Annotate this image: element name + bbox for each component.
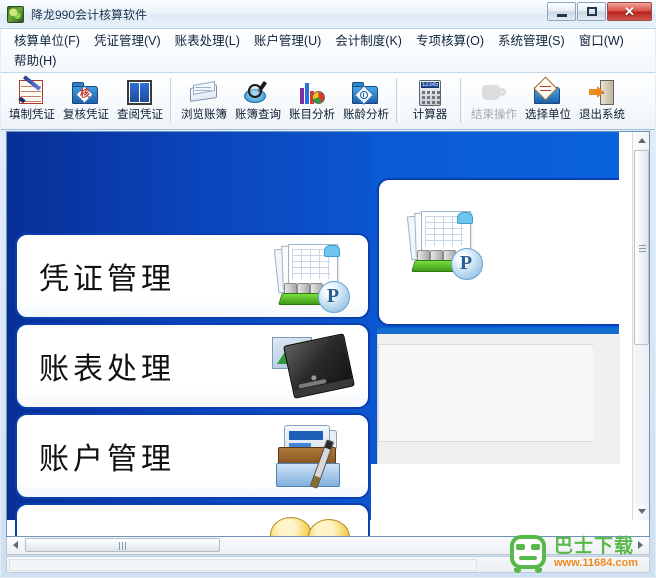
bus-download-logo-icon	[508, 533, 550, 573]
toolbar-button-account-analysis[interactable]: 账目分析	[285, 76, 339, 127]
maximize-button[interactable]	[577, 2, 606, 21]
browse-ledger-icon	[189, 78, 219, 108]
toolbar-label-exit-system: 退出系统	[579, 109, 625, 121]
menu-bar: 核算单位(F) 凭证管理(V) 账表处理(L) 账户管理(U) 会计制度(K) …	[1, 29, 655, 73]
toolbar-button-review-voucher[interactable]: 核 复核凭证	[59, 76, 113, 127]
menu-row: 核算单位(F) 凭证管理(V) 账表处理(L) 账户管理(U) 会计制度(K) …	[7, 31, 655, 51]
account-analysis-icon	[297, 78, 327, 108]
chevron-up-icon	[637, 138, 646, 143]
scroll-down-button[interactable]	[633, 503, 649, 520]
vertical-scrollbar[interactable]	[632, 132, 649, 520]
toolbar-separator-3	[460, 78, 464, 123]
panel-voucher-management[interactable]: 凭证管理 P	[15, 233, 370, 319]
menu-voucher-management[interactable]: 凭证管理(V)	[87, 31, 168, 51]
toolbar-label-account-analysis: 账目分析	[289, 109, 335, 121]
toolbar-label-aging-analysis: 账龄分析	[343, 109, 389, 121]
chevron-left-icon	[13, 541, 18, 549]
toolbar-button-browse-voucher[interactable]: 查阅凭证	[113, 76, 167, 127]
menu-ledger-processing[interactable]: 账表处理(L)	[168, 31, 247, 51]
minimize-icon	[548, 3, 575, 20]
watermark-site-name: 巴士下载	[554, 535, 635, 557]
exit-system-icon	[587, 78, 617, 108]
panel-partially-visible[interactable]	[15, 503, 370, 536]
end-operation-icon	[479, 78, 509, 108]
horizontal-scrollbar-thumb[interactable]	[25, 538, 220, 552]
panel-title-account-management: 账户管理	[39, 442, 175, 477]
toolbar-label-review-voucher: 复核凭证	[63, 109, 109, 121]
caption-button-group: ✕	[546, 2, 652, 21]
browse-voucher-icon	[125, 78, 155, 108]
toolbar-button-ledger-query[interactable]: 账簿查询	[231, 76, 285, 127]
menu-window[interactable]: 窗口(W)	[572, 31, 631, 51]
redraw-artifact-panel: P	[371, 132, 620, 520]
minimize-button[interactable]	[547, 2, 576, 21]
status-bar-cell	[9, 559, 477, 571]
menu-accounting-unit[interactable]: 核算单位(F)	[7, 31, 87, 51]
panel-account-management[interactable]: 账户管理	[15, 413, 370, 499]
calculator-icon: 12345	[415, 78, 445, 108]
panel-title-ledger-processing: 账表处理	[39, 352, 175, 387]
panel-title-voucher-management: 凭证管理	[39, 262, 175, 297]
toolbar-label-ledger-query: 账簿查询	[235, 109, 281, 121]
toolbar-button-aging-analysis[interactable]: 账龄分析	[339, 76, 393, 127]
watermark-text: 巴士下载 www.11684.com	[554, 536, 638, 570]
ledger-book-icon	[270, 331, 355, 405]
app-logo-icon[interactable]	[7, 5, 24, 23]
close-icon: ✕	[624, 3, 635, 19]
voucher-stack-icon: P	[270, 241, 354, 315]
toolbar-button-end-operation: 结束操作	[467, 76, 521, 127]
artifact-white-bottom	[371, 464, 619, 520]
watermark-url: www.11684.com	[554, 557, 638, 569]
panel-ledger-processing[interactable]: 账表处理	[15, 323, 370, 409]
chevron-down-icon	[637, 509, 646, 514]
maximize-icon	[578, 3, 605, 20]
artifact-gray-body	[377, 334, 620, 464]
toolbar-separator-1	[170, 78, 174, 123]
mdi-child-form: 凭证管理 P 账表处理 账户管理 P	[7, 132, 649, 536]
toolbar-label-fill-voucher: 填制凭证	[9, 109, 55, 121]
toolbar-label-end-operation: 结束操作	[471, 109, 517, 121]
artifact-inner-box	[378, 344, 593, 442]
grip-icon	[118, 542, 128, 550]
menu-system-management[interactable]: 系统管理(S)	[491, 31, 572, 51]
toolbar: 填制凭证 核 复核凭证 查阅凭证 浏览账簿 账簿查询 账目分析 账龄分析 123…	[1, 73, 655, 130]
ledger-query-icon	[243, 78, 273, 108]
toolbar-label-select-unit: 选择单位	[525, 109, 571, 121]
scroll-up-button[interactable]	[633, 132, 649, 149]
grip-icon	[639, 244, 646, 252]
toolbar-label-browse-voucher: 查阅凭证	[117, 109, 163, 121]
toolbar-button-browse-ledger[interactable]: 浏览账簿	[177, 76, 231, 127]
menu-row-second: 帮助(H)	[7, 51, 655, 71]
window-title: 降龙990会计核算软件	[31, 7, 148, 22]
toolbar-button-select-unit[interactable]: 选择单位	[521, 76, 575, 127]
toolbar-button-calculator[interactable]: 12345 计算器	[403, 76, 457, 127]
application-window: 降龙990会计核算软件 ✕ 核算单位(F) 凭证管理(V) 账表处理(L) 账户…	[0, 0, 656, 578]
menu-accounting-system[interactable]: 会计制度(K)	[328, 31, 409, 51]
menu-account-management[interactable]: 账户管理(U)	[247, 31, 328, 51]
gold-coins-icon	[270, 511, 354, 536]
toolbar-label-calculator: 计算器	[412, 109, 448, 121]
aging-analysis-icon	[351, 78, 381, 108]
review-voucher-icon: 核	[71, 78, 101, 108]
account-card-icon	[270, 421, 354, 495]
watermark: 巴士下载 www.11684.com	[506, 528, 656, 578]
close-button[interactable]: ✕	[607, 2, 652, 21]
vertical-scrollbar-thumb[interactable]	[634, 150, 649, 345]
select-unit-icon	[533, 76, 563, 108]
main-menu-panel-list: 凭证管理 P 账表处理 账户管理	[11, 132, 374, 536]
title-bar[interactable]: 降龙990会计核算软件 ✕	[0, 0, 656, 29]
toolbar-button-fill-voucher[interactable]: 填制凭证	[5, 75, 59, 127]
toolbar-separator-2	[396, 78, 400, 123]
toolbar-button-exit-system[interactable]: 退出系统	[575, 76, 629, 127]
menu-help[interactable]: 帮助(H)	[7, 51, 63, 71]
calculator-display: 12345	[421, 81, 439, 88]
toolbar-label-browse-ledger: 浏览账簿	[181, 109, 227, 121]
voucher-stack-icon: P	[403, 208, 487, 282]
menu-special-accounting[interactable]: 专项核算(O)	[409, 31, 491, 51]
artifact-white-panel: P	[377, 178, 619, 326]
fill-voucher-icon	[17, 75, 47, 108]
scroll-left-button[interactable]	[7, 537, 24, 553]
mdi-client-area: 凭证管理 P 账表处理 账户管理 P	[6, 131, 650, 537]
